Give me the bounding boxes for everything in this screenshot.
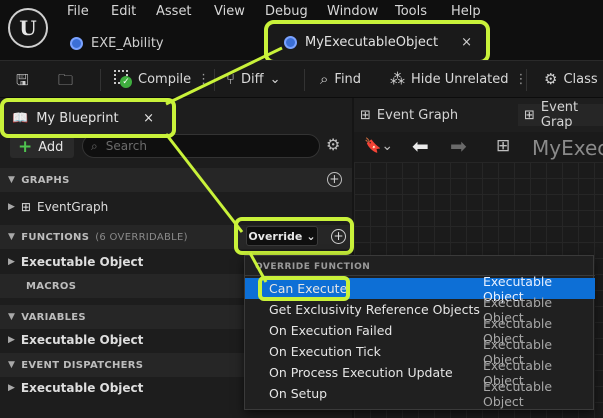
more-options-icon[interactable]: ⋮ [197,72,210,87]
section-label: MACROS [26,280,77,292]
override-button[interactable]: Override ⌄ [246,226,318,246]
menu-file[interactable]: File [67,4,89,19]
expand-icon: ▶ [8,257,15,267]
add-circle-icon[interactable]: + [327,172,342,187]
menu-item-label: On Process Execution Update [269,365,453,380]
graph-icon: ⊞ [524,107,535,123]
bookmark-icon[interactable]: 🔖⌄ [364,138,393,154]
gear-icon[interactable]: ⚙ [326,135,340,154]
override-highlight: Override ⌄ + [234,217,354,255]
forward-arrow-icon[interactable]: ➡ [450,134,467,158]
compile-button[interactable]: ✓ Compile ⋮ [114,70,210,88]
menu-item-label: On Execution Failed [269,323,393,338]
add-button[interactable]: + Add [10,136,74,158]
collapse-icon: ▼ [8,312,16,322]
section-label: FUNCTIONS [21,231,90,243]
save-button[interactable]: 🖫 [16,70,29,95]
close-icon[interactable]: × [461,35,472,50]
section-label: VARIABLES [21,311,86,323]
doc-tab-label: EXE_Ability [91,35,164,51]
add-function-icon[interactable]: + [331,229,346,244]
find-button[interactable]: ⌕ Find [320,70,361,88]
gear-icon: ⚙ [544,70,558,88]
graph-icon: ⊞ [20,200,31,214]
list-item-eventgraph[interactable]: ▶ ⊞ EventGraph [0,196,352,218]
menu-tools[interactable]: Tools [395,4,427,19]
blueprint-icon [284,35,297,49]
graph-breadcrumb-title: MyExecu [532,136,603,160]
blueprint-icon [70,36,83,50]
expand-icon: ▶ [8,335,15,345]
blueprint-book-icon: 📖 [12,110,29,126]
menu-item-category: Executable Object [483,378,553,409]
expand-icon: ▶ [8,383,15,393]
diff-button[interactable]: ⑂ Diff ⌄ [226,70,281,88]
override-label: Override [248,229,303,243]
browse-button[interactable]: 🗀 [58,70,73,95]
menu-item-label: On Execution Tick [269,344,381,359]
menu-window[interactable]: Window [327,4,378,19]
section-graphs[interactable]: ▼ GRAPHS + [0,168,352,192]
class-settings-button[interactable]: ⚙ Class [544,70,598,88]
diff-label: Diff [241,71,264,87]
menu-debug[interactable]: Debug [265,4,308,19]
panel-tab-label: My Blueprint [36,110,119,126]
list-item-label: Executable Object [20,333,144,347]
tab-event-graph-active[interactable]: ⊞ Event Grap [518,100,603,130]
search-placeholder: Search [105,139,147,153]
menu-item-label: On Setup [269,386,328,401]
section-label: EVENT DISPATCHERS [21,359,144,371]
hide-unrelated-button[interactable]: ⁂ Hide Unrelated ⋮ [390,70,528,88]
section-label: GRAPHS [21,174,70,186]
my-blueprint-tab[interactable]: 📖 My Blueprint × [0,98,176,138]
menu-asset[interactable]: Asset [156,4,192,19]
class-settings-label: Class [563,71,598,87]
diff-icon: ⑂ [226,70,236,88]
menu-item-label: Get Exclusivity Reference Objects [269,302,480,317]
collapse-icon: ▼ [8,175,16,185]
graph-icon: ⊞ [360,107,371,123]
menu-help[interactable]: Help [451,4,481,19]
save-icon: 🖫 [16,71,29,89]
section-sublabel: (6 OVERRIDABLE) [95,231,188,243]
tab-event-graph[interactable]: ⊞ Event Graph [360,104,458,126]
menu-item-on-setup[interactable]: On Setup Executable Object [245,379,595,409]
collapse-icon: ▼ [8,360,16,370]
back-arrow-icon[interactable]: ⬅ [412,134,429,158]
chevron-down-icon: ⌄ [306,229,316,243]
chevron-down-icon: ⌄ [269,71,281,87]
tab-label: Event Graph [376,107,459,123]
hide-unrelated-label: Hide Unrelated [411,71,509,87]
browse-folder-icon: 🗀 [58,71,74,89]
list-item-label: Executable Object [20,255,144,269]
doc-tab-label: MyExecutableObject [305,34,439,50]
close-icon[interactable]: × [143,111,154,126]
can-execute-highlight [258,276,350,301]
unreal-logo-icon[interactable]: U [8,8,48,48]
list-item-label: Executable Object [20,381,144,395]
menu-view[interactable]: View [214,4,245,19]
tab-label: Event Grap [540,100,579,130]
list-item-label: EventGraph [36,200,109,214]
doc-tab-exe-ability[interactable]: EXE_Ability [70,32,164,54]
compile-success-icon: ✓ [114,70,132,88]
main-toolbar: 🖫 🗀 ✓ Compile ⋮ ⑂ Diff ⌄ ⌕ Find ⁂ Hide U… [0,60,603,98]
find-icon: ⌕ [320,70,329,88]
hide-unrelated-icon: ⁂ [390,70,405,88]
plus-icon: + [18,137,33,157]
doc-tab-my-executable-object[interactable]: MyExecutableObject × [264,20,490,64]
add-label: Add [38,139,64,155]
collapse-icon: ▼ [8,232,16,242]
graph-icon: ⊞ [496,136,511,156]
search-icon: ⌕ [91,138,98,153]
compile-label: Compile [138,71,192,87]
menu-edit[interactable]: Edit [111,4,136,19]
expand-icon: ▶ [8,202,15,212]
menu-header: OVERRIDE FUNCTION [255,262,371,272]
find-label: Find [334,71,362,87]
